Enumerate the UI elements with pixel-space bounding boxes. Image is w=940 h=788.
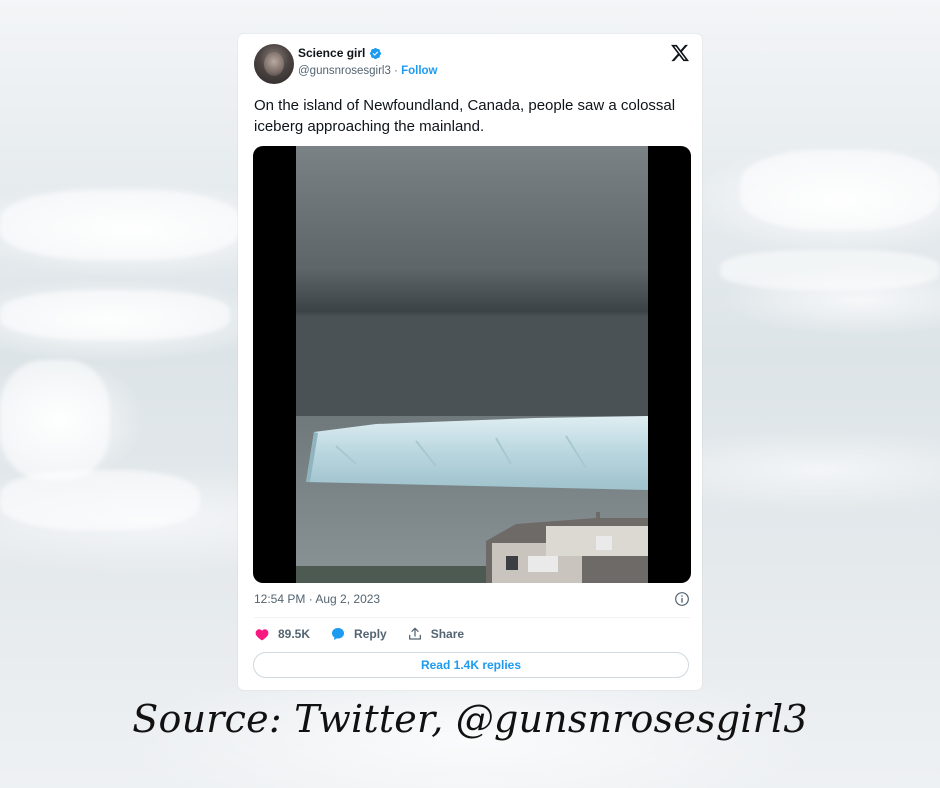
tweet-actions: 89.5K Reply Share [254,626,484,642]
verified-badge-icon [370,47,382,59]
reply-button[interactable]: Reply [330,626,387,642]
follow-button[interactable]: Follow [401,65,437,77]
tweet-video[interactable] [253,146,691,583]
like-count: 89.5K [278,627,311,641]
author-handle-row: @gunsnrosesgirl3 · Follow [298,65,438,77]
like-button[interactable]: 89.5K [254,626,310,642]
handle-separator: · [390,65,402,77]
avatar[interactable] [254,44,294,84]
video-frame[interactable] [296,146,648,583]
reply-label: Reply [354,627,387,641]
info-icon[interactable] [674,591,690,607]
share-button[interactable]: Share [407,626,464,642]
speech-bubble-icon [332,628,345,640]
author-handle[interactable]: @gunsnrosesgirl3 [298,65,391,77]
tweet-card: Science girl @gunsnrosesgirl3 · Follow O… [238,34,702,690]
x-logo-icon[interactable] [670,43,690,63]
share-label: Share [430,627,465,641]
read-replies-button[interactable]: Read 1.4K replies [253,652,689,678]
share-icon [408,627,421,640]
tweet-timestamp[interactable]: 12:54 PM · Aug 2, 2023 [254,592,380,606]
divider [254,617,690,618]
author-name-row: Science girl [298,46,382,60]
source-caption: Source: Twitter, @gunsnrosesgirl3 [132,697,808,741]
iceberg-scene [296,146,648,583]
author-display-name[interactable]: Science girl [298,46,365,60]
tweet-text: On the island of Newfoundland, Canada, p… [254,97,676,135]
heart-icon [255,629,269,641]
